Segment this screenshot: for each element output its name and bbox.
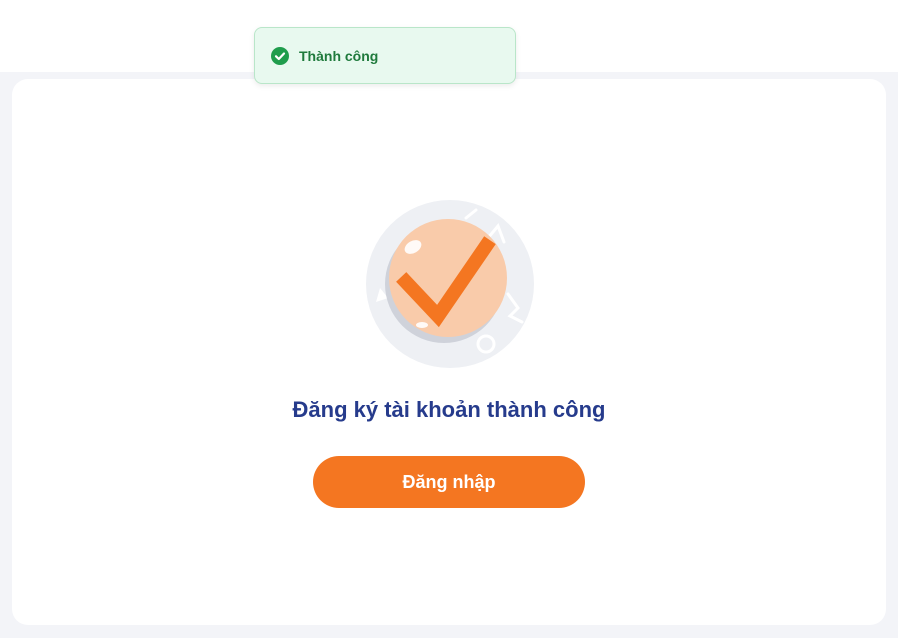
toast-message: Thành công [299,47,379,64]
success-toast: Thành công [254,27,516,84]
login-button[interactable]: Đăng nhập [313,456,585,508]
page-title: Đăng ký tài khoản thành công [292,397,606,422]
success-checkmark-icon [358,198,542,370]
check-circle-icon [271,46,289,65]
